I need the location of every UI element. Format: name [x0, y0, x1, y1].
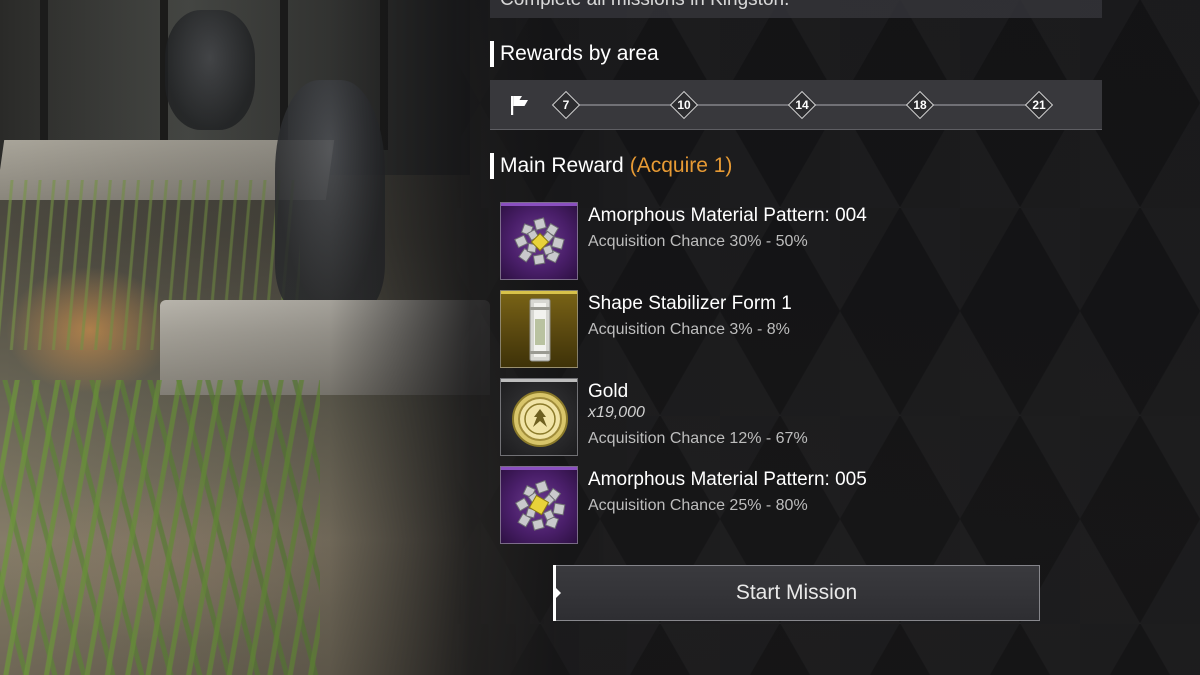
reward-name: Amorphous Material Pattern: 004 [588, 205, 867, 226]
reward-thumbnail [500, 378, 578, 456]
area-level-node[interactable]: 21 [1024, 90, 1054, 120]
area-level-label: 10 [677, 98, 691, 112]
acquire-note: (Acquire 1) [629, 154, 733, 177]
reward-item[interactable]: Amorphous Material Pattern: 005 Acquisit… [500, 466, 1060, 544]
mission-description: Complete all missions in Kingston. [490, 0, 1102, 18]
amorphous-material-icon [514, 217, 565, 266]
gold-coin-icon [512, 391, 568, 447]
start-mission-button[interactable]: Start Mission [553, 565, 1040, 621]
reward-item[interactable]: Shape Stabilizer Form 1 Acquisition Chan… [500, 290, 1060, 368]
reward-thumbnail [500, 466, 578, 544]
reward-thumbnail [500, 290, 578, 368]
area-level-node[interactable]: 14 [787, 90, 817, 120]
reward-name: Amorphous Material Pattern: 005 [588, 469, 867, 490]
area-level-track: 7 10 14 18 21 [490, 80, 1102, 130]
flag-icon [511, 96, 528, 115]
amorphous-material-icon [514, 479, 566, 531]
main-reward-title: Main Reward (Acquire 1) [490, 153, 732, 179]
reward-chance: Acquisition Chance 25% - 80% [588, 497, 808, 514]
area-level-label: 18 [913, 98, 927, 112]
main-reward-label: Main Reward [500, 154, 624, 177]
area-level-node[interactable]: 7 [551, 90, 581, 120]
reward-name: Gold [588, 381, 629, 402]
shape-stabilizer-icon [529, 298, 551, 362]
area-level-node[interactable]: 10 [669, 90, 699, 120]
rewards-by-area-title: Rewards by area [490, 41, 659, 67]
mission-detail-panel: Complete all missions in Kingston. Rewar… [0, 0, 1200, 675]
reward-chance: Acquisition Chance 12% - 67% [588, 430, 808, 447]
reward-chance: Acquisition Chance 30% - 50% [588, 233, 808, 250]
reward-item[interactable]: Amorphous Material Pattern: 004 Acquisit… [500, 202, 1060, 280]
reward-thumbnail [500, 202, 578, 280]
reward-item[interactable]: Gold x19,000 Acquisition Chance 12% - 67… [500, 378, 1060, 456]
area-level-label: 7 [562, 98, 570, 112]
reward-quantity: x19,000 [588, 404, 645, 421]
area-level-label: 21 [1032, 98, 1046, 112]
reward-name: Shape Stabilizer Form 1 [588, 293, 792, 314]
reward-chance: Acquisition Chance 3% - 8% [588, 321, 790, 338]
area-level-node[interactable]: 18 [905, 90, 935, 120]
area-level-label: 14 [795, 98, 809, 112]
